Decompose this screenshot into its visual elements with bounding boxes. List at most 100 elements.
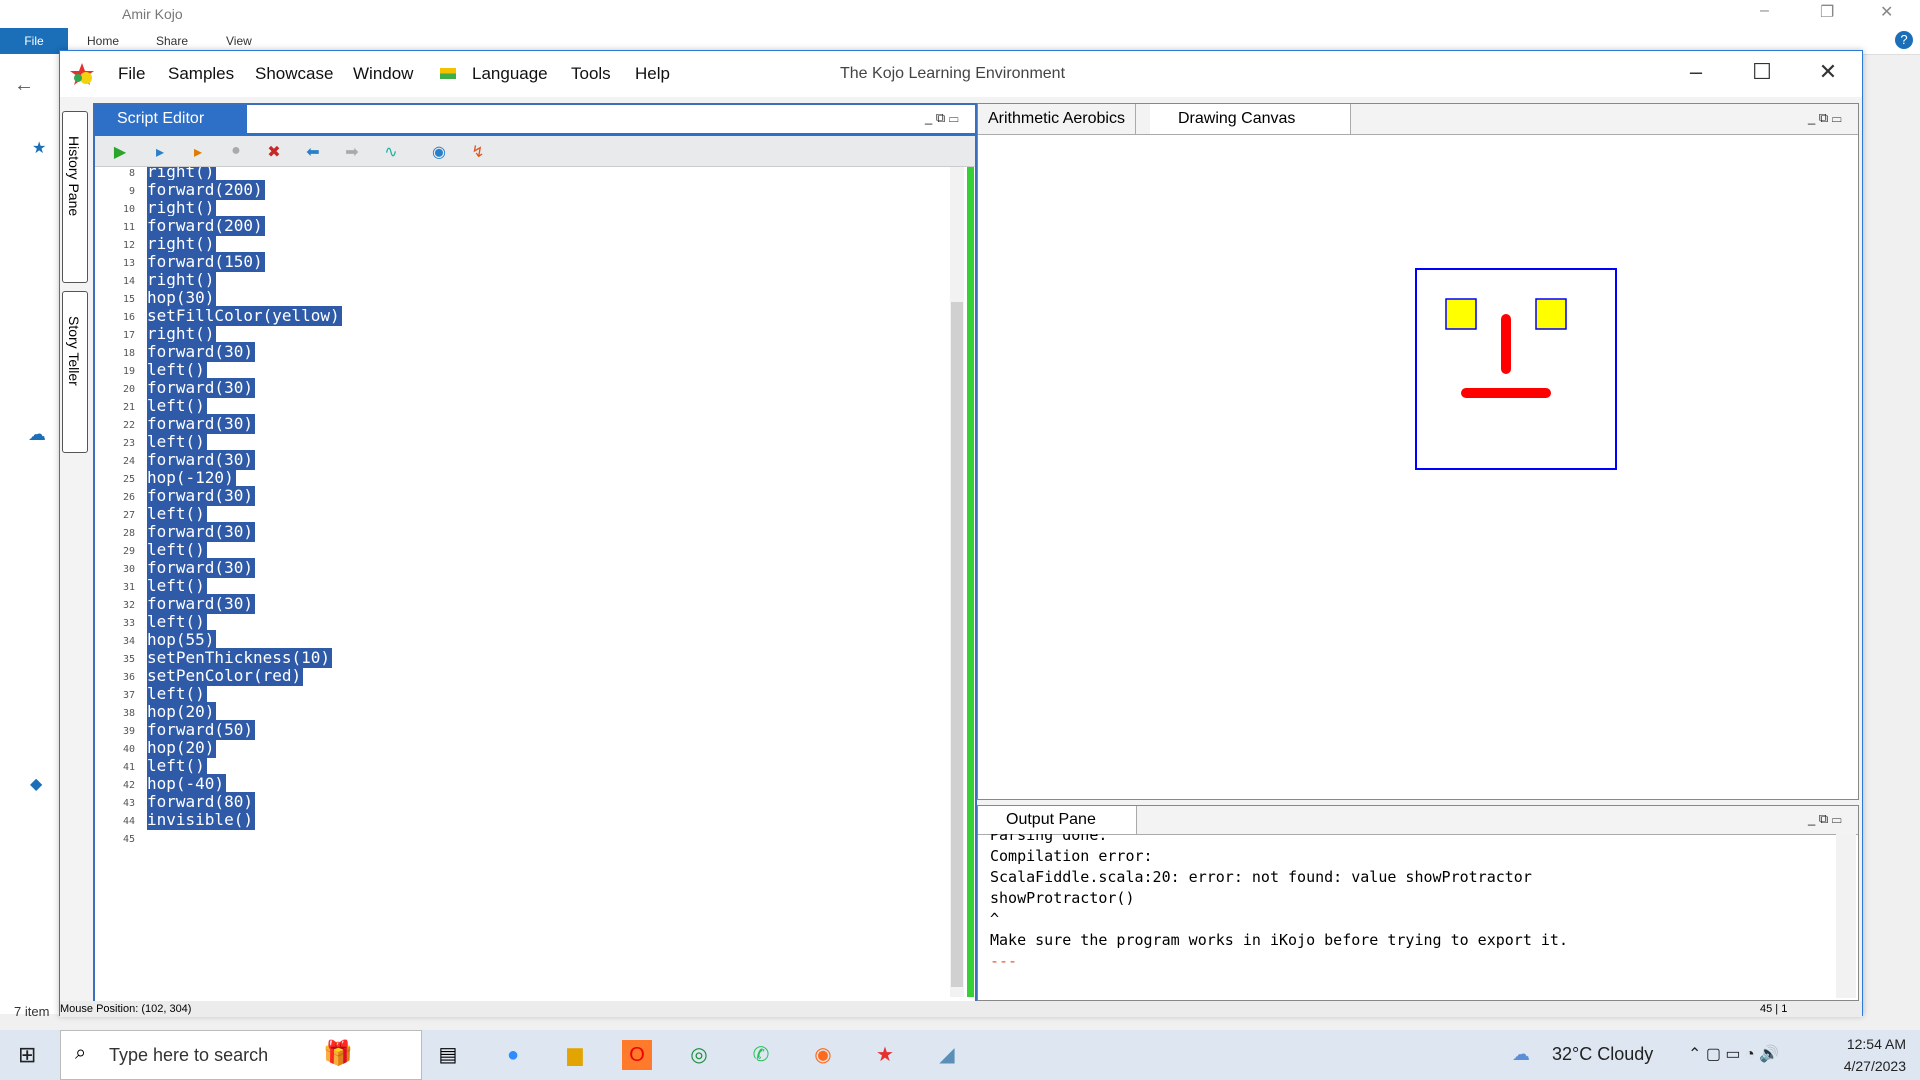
clear-icon[interactable]: ✖ — [263, 142, 285, 162]
code-line[interactable]: forward(200) — [147, 180, 265, 200]
code-line[interactable]: setPenThickness(10) — [147, 648, 333, 668]
code-line[interactable]: hop(-40) — [147, 774, 227, 794]
tab-arithmetic-aerobics[interactable]: Arithmetic Aerobics — [978, 104, 1136, 134]
code-line[interactable]: left() — [147, 396, 207, 416]
minimize-button[interactable]: – — [1676, 59, 1716, 85]
script-editor-tab[interactable]: Script Editor — [95, 105, 247, 133]
undo-icon[interactable]: ⬅ — [302, 142, 324, 162]
code-line[interactable]: forward(30) — [147, 522, 255, 542]
code-area[interactable]: 8 right() 9 forward(200) 10 right() 11 forward(… — [95, 167, 953, 997]
menu-help[interactable]: Help — [635, 64, 670, 84]
code-line[interactable]: setFillColor(yellow) — [147, 306, 342, 326]
code-line[interactable]: forward(30) — [147, 414, 255, 434]
code-line[interactable]: left() — [147, 540, 207, 560]
output-text[interactable]: Parsing done. Compilation error: ScalaFidd… — [978, 834, 1836, 998]
code-line[interactable]: right() — [147, 234, 217, 254]
code-line[interactable]: forward(30) — [147, 378, 255, 398]
output-scrollbar[interactable] — [1836, 834, 1856, 998]
code-line[interactable]: forward(30) — [147, 342, 255, 362]
code-line[interactable]: left() — [147, 432, 207, 452]
clock-time[interactable]: 12:54 AM — [1836, 1036, 1906, 1052]
tab-drawing-canvas[interactable]: Drawing Canvas — [1150, 104, 1351, 134]
menu-language[interactable]: Language — [472, 64, 548, 84]
code-line[interactable]: left() — [147, 756, 207, 776]
code-line[interactable]: forward(50) — [147, 720, 255, 740]
code-line[interactable]: left() — [147, 576, 207, 596]
chrome-icon[interactable]: ◎ — [684, 1040, 714, 1070]
kojo-taskbar-icon[interactable]: ★ — [870, 1040, 900, 1070]
zoom-icon[interactable]: ● — [498, 1040, 528, 1070]
menu-tools[interactable]: Tools — [571, 64, 611, 84]
story-teller-tab[interactable]: Story Teller — [62, 291, 88, 453]
kojo-statusbar: Mouse Position: (102, 304) 45 | 1 — [60, 1001, 1862, 1017]
close-button[interactable]: ✕ — [1808, 59, 1848, 85]
ribbon-tab-home[interactable]: Home — [87, 34, 119, 48]
onedrive-icon[interactable]: ☁ — [28, 424, 46, 445]
code-line[interactable]: hop(55) — [147, 630, 217, 650]
run-worksheet-icon[interactable]: ▸ — [149, 142, 171, 162]
firefox-icon[interactable]: ◉ — [808, 1040, 838, 1070]
code-line[interactable]: hop(20) — [147, 702, 217, 722]
drawing-canvas[interactable] — [978, 135, 1856, 795]
output-panel-controls-icon[interactable]: _ ⧉ ▭ — [1808, 811, 1842, 827]
export-icon[interactable]: ↯ — [467, 142, 489, 162]
whatsapp-icon[interactable]: ✆ — [746, 1040, 776, 1070]
clock-date[interactable]: 4/27/2023 — [1826, 1058, 1906, 1074]
help-icon[interactable]: ? — [1895, 31, 1913, 49]
tray-icons[interactable]: ⌃ ▢ ▭ ◔ 🔊 — [1688, 1044, 1779, 1064]
code-line[interactable]: forward(80) — [147, 792, 255, 812]
menu-samples[interactable]: Samples — [168, 64, 234, 84]
task-view-icon[interactable]: ▤ — [433, 1040, 463, 1070]
explorer-minimize-icon[interactable]: – — [1760, 2, 1769, 20]
run-icon[interactable]: ▶ — [109, 142, 131, 162]
back-arrow-icon[interactable]: ← — [14, 74, 34, 97]
redo-icon[interactable]: ➡ — [341, 142, 363, 162]
code-line[interactable]: left() — [147, 504, 207, 524]
code-line[interactable]: setPenColor(red) — [147, 666, 304, 686]
editor-scrollbar[interactable] — [950, 167, 964, 997]
code-line[interactable]: left() — [147, 360, 207, 380]
format-icon[interactable]: ∿ — [380, 142, 402, 162]
globe-icon[interactable]: ◉ — [428, 142, 450, 162]
code-line[interactable]: forward(150) — [147, 252, 265, 272]
ribbon-file-tab[interactable]: File — [0, 28, 68, 54]
code-line[interactable]: forward(30) — [147, 450, 255, 470]
code-line[interactable]: forward(30) — [147, 594, 255, 614]
code-line[interactable]: invisible() — [147, 810, 255, 830]
canvas-panel-controls-icon[interactable]: _ ⧉ ▭ — [1808, 110, 1842, 126]
file-explorer-icon[interactable]: ▆ — [560, 1040, 590, 1070]
panel-minimize-icon[interactable]: _ ⧉ ▭ — [925, 110, 959, 126]
network-icon[interactable]: ◆ — [30, 774, 42, 794]
code-line[interactable]: forward(30) — [147, 486, 255, 506]
code-line[interactable]: hop(20) — [147, 738, 217, 758]
code-line[interactable]: right() — [147, 198, 217, 218]
output-pane-tab[interactable]: Output Pane — [978, 806, 1137, 834]
windows-start-icon[interactable]: ⊞ — [18, 1042, 36, 1068]
explorer-restore-icon[interactable]: ❐ — [1820, 2, 1834, 22]
code-line[interactable]: forward(200) — [147, 216, 265, 236]
ribbon-tab-view[interactable]: View — [226, 34, 252, 48]
history-pane-tab[interactable]: History Pane — [62, 111, 88, 283]
kojo-menubar: File Samples Showcase Window Language To… — [60, 51, 1862, 97]
stop-icon[interactable]: ● — [225, 142, 247, 160]
output-pane: Output Pane _ ⧉ ▭ Parsing done. Compilati… — [977, 805, 1859, 1001]
code-line[interactable]: left() — [147, 684, 207, 704]
quick-access-icon[interactable]: ★ — [32, 138, 46, 158]
weather-text[interactable]: 32°C Cloudy — [1552, 1044, 1653, 1065]
menu-window[interactable]: Window — [353, 64, 413, 84]
code-line[interactable]: left() — [147, 612, 207, 632]
code-line[interactable]: right() — [147, 270, 217, 290]
code-line[interactable]: forward(30) — [147, 558, 255, 578]
maximize-button[interactable]: ☐ — [1742, 59, 1782, 85]
ribbon-tab-share[interactable]: Share — [156, 34, 188, 48]
code-line[interactable]: hop(30) — [147, 288, 217, 308]
menu-file[interactable]: File — [118, 64, 145, 84]
menu-showcase[interactable]: Showcase — [255, 64, 333, 84]
opera-icon[interactable]: O — [622, 1040, 652, 1070]
code-line[interactable]: right() — [147, 324, 217, 344]
app-taskbar-icon[interactable]: ◢ — [932, 1040, 962, 1070]
trace-icon[interactable]: ▸ — [187, 142, 209, 162]
explorer-close-icon[interactable]: ✕ — [1880, 2, 1893, 22]
code-line[interactable]: hop(-120) — [147, 468, 236, 488]
taskbar-search[interactable]: ⌕ Type here to search 🎁 — [60, 1030, 422, 1080]
